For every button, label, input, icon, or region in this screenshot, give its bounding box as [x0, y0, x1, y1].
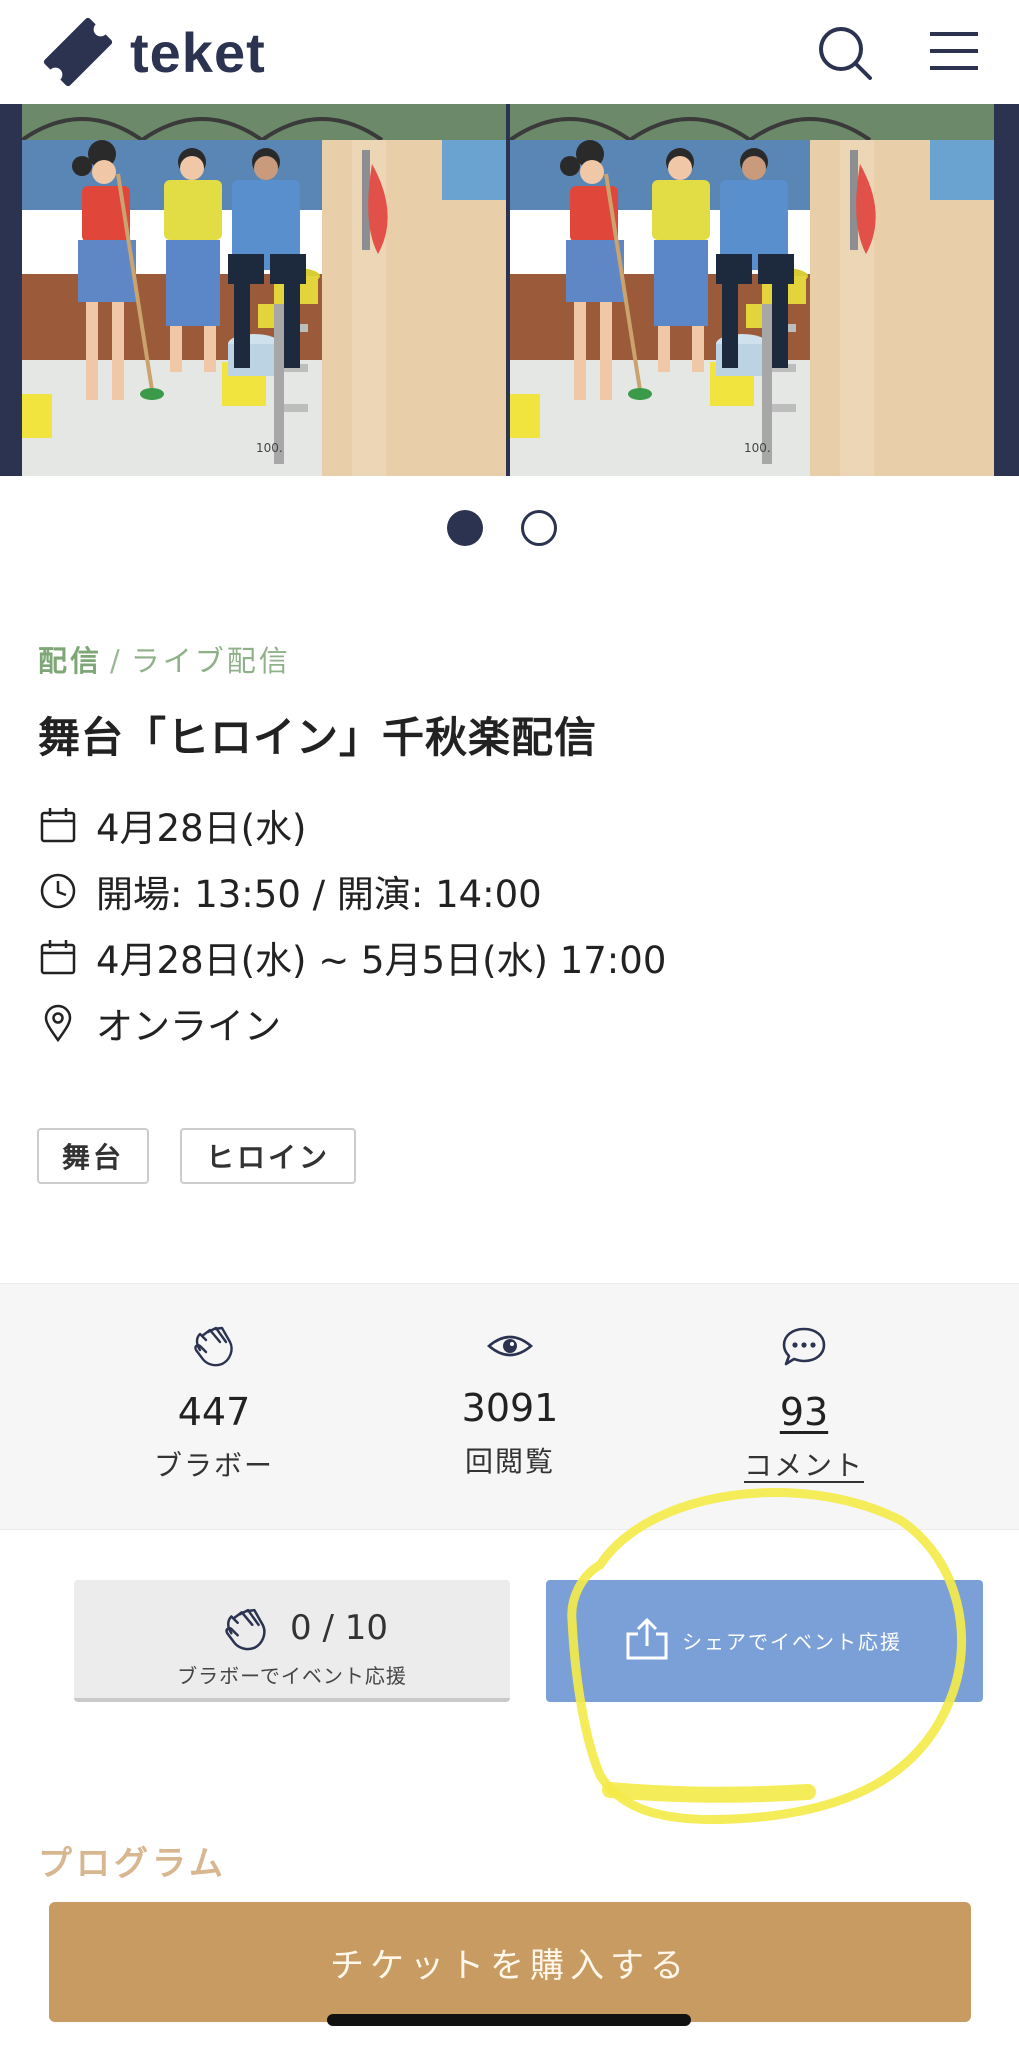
event-title: 舞台「ヒロイン」千秋楽配信 [38, 713, 598, 762]
poster-image: 100. [22, 104, 506, 476]
hero-carousel[interactable]: 100. 100. [0, 104, 1019, 476]
breadcrumb-separator: / [110, 644, 123, 678]
share-support-label: シェアでイベント応援 [682, 1630, 902, 1654]
hero-slide[interactable]: 100. [22, 104, 506, 476]
breadcrumb-item-live-streaming[interactable]: ライブ配信 [131, 644, 291, 678]
stat-views: 3091 回閲覧 [360, 1284, 660, 1531]
bravo-support-label: ブラボーでイベント応援 [177, 1664, 407, 1688]
views-count: 3091 [461, 1386, 559, 1430]
program-title: プログラム [38, 1844, 227, 1884]
eye-icon [487, 1335, 533, 1357]
hamburger-menu-icon[interactable] [928, 28, 980, 74]
app-header: teket [0, 0, 1019, 104]
event-time: 開場: 13:50 / 開演: 14:00 [96, 873, 542, 916]
bravo-count: 447 [177, 1390, 251, 1434]
carousel-pagination [0, 510, 1019, 550]
tag-heroine[interactable]: ヒロイン [180, 1128, 356, 1184]
event-page: teket 100. 100. 配信 / ライブ配信 舞台「ヒロイン」千秋楽配信… [0, 0, 1019, 2048]
home-indicator [327, 2014, 691, 2026]
breadcrumb: 配信 / ライブ配信 [38, 638, 291, 680]
poster-caption: 100. [256, 441, 283, 455]
breadcrumb-item-streaming[interactable]: 配信 [38, 644, 102, 678]
ticket-logo-icon [43, 17, 113, 87]
views-label: 回閲覧 [464, 1445, 555, 1478]
search-icon[interactable] [816, 24, 874, 82]
stat-bravo: 447 ブラボー [64, 1284, 364, 1531]
comments-label[interactable]: コメント [654, 1444, 954, 1484]
comment-bubble-icon [782, 1327, 826, 1366]
event-date: 4月28日(水) [96, 807, 307, 850]
map-pin-icon [44, 1004, 72, 1043]
bravo-label: ブラボー [153, 1449, 274, 1482]
event-venue-row: オンライン [38, 998, 281, 1048]
calendar-icon [40, 808, 76, 843]
logo-text: teket [130, 20, 266, 84]
pagination-dot[interactable] [521, 510, 557, 546]
tag-stage[interactable]: 舞台 [37, 1128, 149, 1184]
event-period-row: 4月28日(水) ~ 5月5日(水) 17:00 [38, 932, 666, 982]
bravo-support-count: 0 / 10 [290, 1608, 388, 1648]
poster-image: 100. [510, 104, 994, 476]
teket-logo[interactable]: teket [36, 10, 266, 94]
share-icon [626, 1617, 668, 1660]
share-support-button[interactable]: シェアでイベント応援 [546, 1580, 983, 1702]
event-stats: 447 ブラボー 3091 回閲覧 93 コメント [0, 1283, 1019, 1530]
buy-ticket-button[interactable]: チケットを購入する [49, 1902, 971, 2022]
event-date-row: 4月28日(水) [38, 800, 307, 850]
event-period: 4月28日(水) ~ 5月5日(水) 17:00 [96, 939, 667, 982]
comments-count[interactable]: 93 [654, 1390, 954, 1434]
clap-icon [225, 1608, 266, 1651]
clock-icon [40, 873, 76, 909]
bravo-support-button[interactable]: 0 / 10 ブラボーでイベント応援 [74, 1580, 510, 1702]
hero-slide[interactable]: 100. [510, 104, 994, 476]
calendar-icon [40, 940, 76, 975]
stat-comments[interactable]: 93 コメント [654, 1284, 954, 1531]
event-venue: オンライン [96, 1005, 281, 1048]
pagination-dot-active[interactable] [447, 510, 483, 546]
poster-caption: 100. [744, 441, 771, 455]
event-time-row: 開場: 13:50 / 開演: 14:00 [38, 866, 542, 916]
clap-icon [194, 1326, 233, 1367]
